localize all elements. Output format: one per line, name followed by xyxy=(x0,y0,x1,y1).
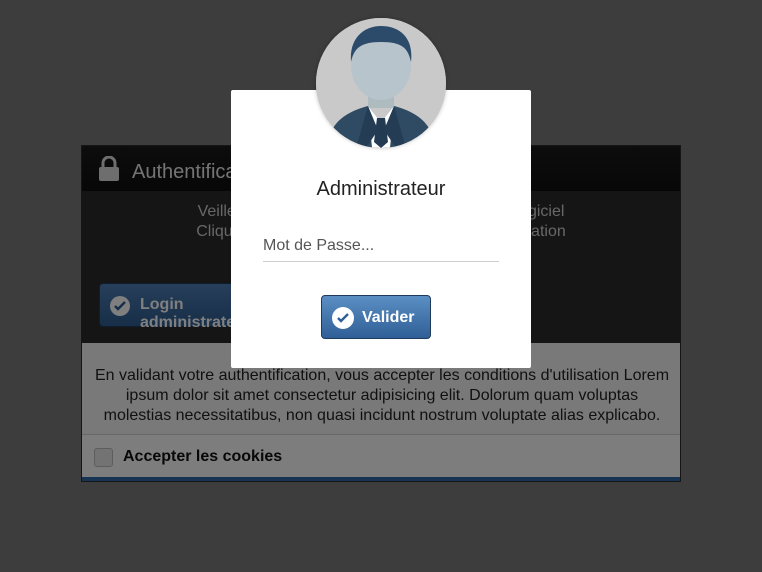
valider-button[interactable]: Valider xyxy=(321,295,431,339)
user-avatar-icon xyxy=(316,18,446,148)
password-input[interactable] xyxy=(263,230,499,262)
modal-title: Administrateur xyxy=(316,178,446,200)
valider-button-label: Valider xyxy=(362,309,415,326)
check-circle-icon xyxy=(332,307,354,329)
